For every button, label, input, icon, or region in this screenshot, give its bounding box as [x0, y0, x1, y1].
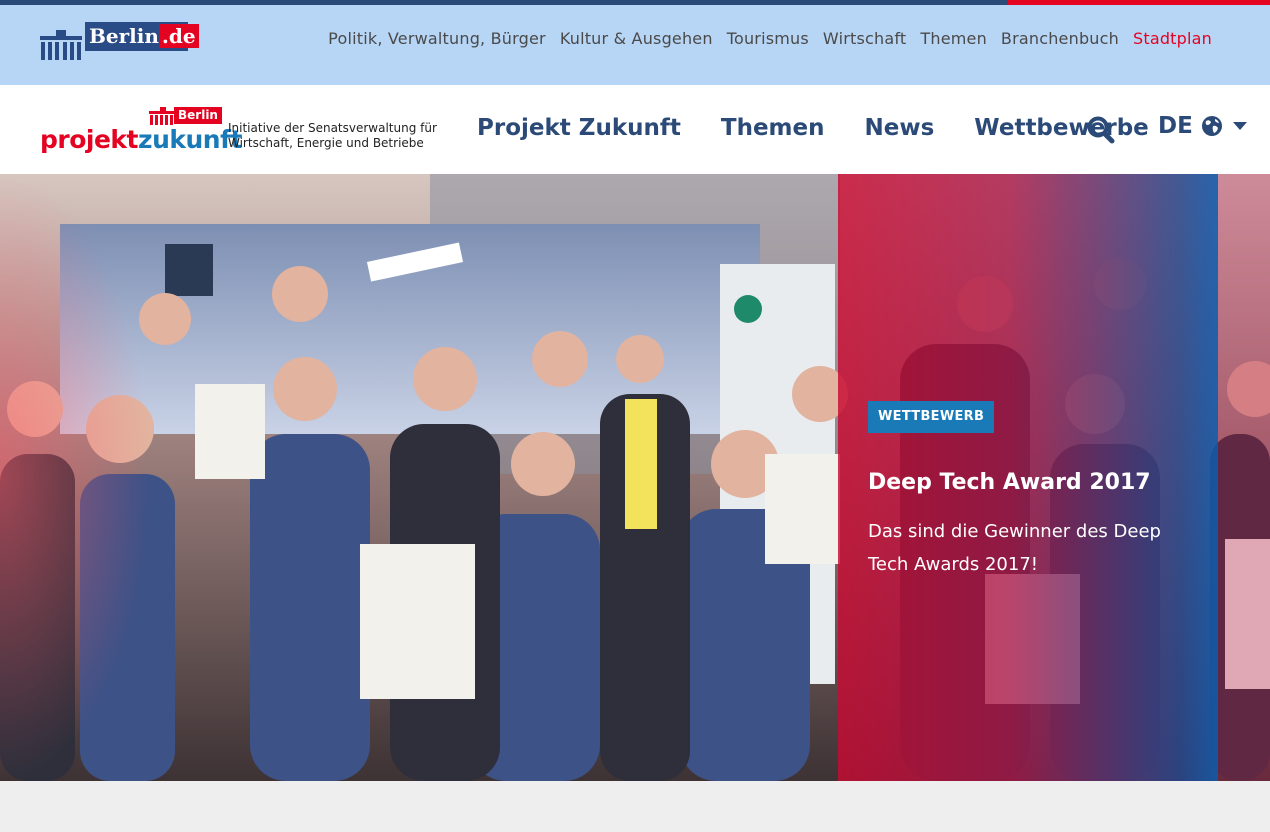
category-badge[interactable]: WETTBEWERB: [868, 401, 995, 433]
hero-teaser[interactable]: WETTBEWERB Deep Tech Award 2017 Das sind…: [0, 174, 1270, 781]
next-slide-strip[interactable]: [1218, 174, 1270, 781]
main-header: Berlin projektzukunft Initiative der Sen…: [0, 85, 1270, 174]
service-nav-branchenbuch[interactable]: Branchenbuch: [1001, 29, 1119, 48]
content-area-start: [0, 781, 1270, 832]
service-nav-stadtplan[interactable]: Stadtplan: [1133, 29, 1212, 48]
language-code: DE: [1158, 113, 1193, 139]
berlin-wordmark-text: Berlin: [89, 24, 159, 48]
globe-icon: [1201, 116, 1222, 136]
service-nav-kultur[interactable]: Kultur & Ausgehen: [560, 29, 713, 48]
service-nav-tourismus[interactable]: Tourismus: [727, 29, 809, 48]
main-nav-themen[interactable]: Themen: [721, 115, 825, 141]
berlin-service-nav: Politik, Verwaltung, Bürger Kultur & Aus…: [328, 29, 1212, 48]
service-nav-politik[interactable]: Politik, Verwaltung, Bürger: [328, 29, 546, 48]
projekt-zukunft-mark: Berlin projektzukunft: [40, 105, 242, 157]
main-nav-news[interactable]: News: [865, 115, 935, 141]
main-nav: Projekt Zukunft Themen News Wettbewerbe: [477, 115, 1149, 141]
berlin-de-logo[interactable]: Berlin .de: [38, 22, 199, 60]
hero-teaser-text: Das sind die Gewinner des Deep Tech Awar…: [868, 521, 1161, 575]
search-button[interactable]: [1086, 115, 1116, 145]
brandenburg-gate-icon: [40, 30, 82, 60]
wordmark-part-projekt: projekt: [40, 125, 139, 154]
projekt-zukunft-berlin-tag: Berlin: [174, 107, 222, 124]
berlin-wordmark-tld: .de: [158, 24, 199, 48]
main-nav-projekt-zukunft[interactable]: Projekt Zukunft: [477, 115, 681, 141]
language-switcher[interactable]: DE: [1158, 113, 1247, 139]
service-nav-themen[interactable]: Themen: [920, 29, 987, 48]
main-nav-wettbewerbe[interactable]: Wettbewerbe: [974, 115, 1148, 141]
berlin-service-bar: Berlin .de Politik, Verwaltung, Bürger Ku…: [0, 5, 1270, 85]
wordmark-part-zukunft: zukunft: [138, 125, 242, 154]
chevron-down-icon: [1232, 122, 1247, 130]
search-icon: [1087, 116, 1115, 144]
hero-title[interactable]: Deep Tech Award 2017: [868, 470, 1198, 495]
service-nav-wirtschaft[interactable]: Wirtschaft: [823, 29, 906, 48]
berlin-de-wordmark: Berlin .de: [85, 22, 199, 51]
projekt-zukunft-wordmark: projektzukunft: [40, 125, 242, 154]
projekt-zukunft-logo[interactable]: Berlin projektzukunft Initiative der Sen…: [40, 105, 440, 157]
projekt-zukunft-tagline: Initiative der Senatsverwaltung für Wirt…: [228, 121, 437, 150]
